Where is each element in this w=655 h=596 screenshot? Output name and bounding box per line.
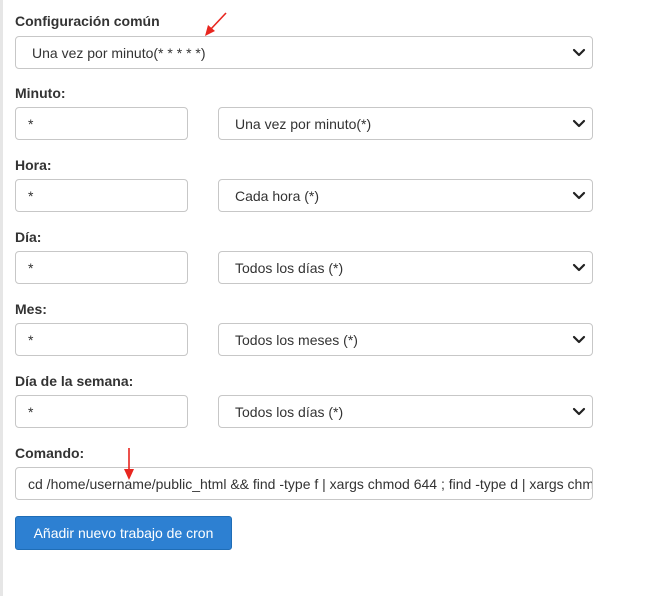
chevron-down-icon (572, 335, 586, 345)
minute-select[interactable]: Una vez por minuto(*) (218, 107, 593, 140)
chevron-down-icon (572, 191, 586, 201)
left-panel-edge (0, 0, 3, 596)
common-settings-value: Una vez por minuto(* * * * *) (32, 44, 206, 61)
day-select-value: Todos los días (*) (235, 259, 344, 276)
day-select[interactable]: Todos los días (*) (218, 251, 593, 284)
annotation-arrow-icon (205, 12, 227, 36)
hour-input-value: * (28, 187, 34, 204)
chevron-down-icon (572, 48, 586, 58)
command-input-value: cd /home/username/public_html && find -t… (28, 475, 593, 492)
day-input[interactable]: * (15, 251, 188, 284)
weekday-select-value: Todos los días (*) (235, 403, 344, 420)
minute-label: Minuto: (15, 85, 66, 101)
month-input[interactable]: * (15, 323, 188, 356)
minute-input[interactable]: * (15, 107, 188, 140)
chevron-down-icon (572, 119, 586, 129)
month-input-value: * (28, 331, 34, 348)
chevron-down-icon (572, 263, 586, 273)
command-label: Comando: (15, 445, 85, 461)
month-select-value: Todos los meses (*) (235, 331, 358, 348)
month-label: Mes: (15, 301, 47, 317)
day-label: Día: (15, 229, 42, 245)
common-settings-select[interactable]: Una vez por minuto(* * * * *) (15, 36, 593, 69)
add-cron-job-button[interactable]: Añadir nuevo trabajo de cron (15, 516, 232, 550)
command-input[interactable]: cd /home/username/public_html && find -t… (15, 467, 593, 500)
hour-input[interactable]: * (15, 179, 188, 212)
day-input-value: * (28, 259, 34, 276)
hour-label: Hora: (15, 157, 52, 173)
hour-select[interactable]: Cada hora (*) (218, 179, 593, 212)
common-settings-label: Configuración común (15, 13, 160, 29)
minute-select-value: Una vez por minuto(*) (235, 115, 372, 132)
month-select[interactable]: Todos los meses (*) (218, 323, 593, 356)
annotation-arrow-icon (124, 448, 134, 480)
minute-input-value: * (28, 115, 34, 132)
hour-select-value: Cada hora (*) (235, 187, 320, 204)
chevron-down-icon (572, 407, 586, 417)
weekday-label: Día de la semana: (15, 373, 134, 389)
weekday-select[interactable]: Todos los días (*) (218, 395, 593, 428)
weekday-input-value: * (28, 403, 34, 420)
weekday-input[interactable]: * (15, 395, 188, 428)
